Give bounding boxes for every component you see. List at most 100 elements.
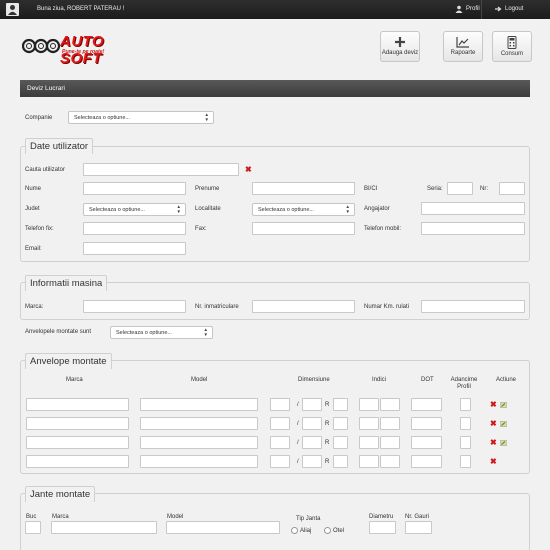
select-arrows-icon: ▲ ▼ (345, 204, 350, 214)
tire-height-input[interactable] (302, 436, 322, 449)
tire-brand-input[interactable] (26, 436, 129, 449)
tire-width-input[interactable] (270, 455, 290, 468)
load-index-input[interactable] (359, 455, 379, 468)
rims-model-input[interactable] (166, 521, 280, 534)
tire-brand-input[interactable] (26, 417, 129, 430)
mobile-input[interactable] (421, 222, 525, 235)
diameter-input[interactable] (369, 521, 396, 534)
dot-input[interactable] (411, 455, 442, 468)
tire-width-input[interactable] (270, 417, 290, 430)
add-quote-button[interactable]: Adauga deviz (380, 31, 420, 62)
select-arrows-icon: ▲ ▼ (203, 327, 208, 337)
steel-radio[interactable] (324, 527, 331, 534)
dot-input[interactable] (411, 436, 442, 449)
line-chart-icon (456, 37, 469, 48)
consumption-button[interactable]: Consum (492, 31, 532, 62)
email-input[interactable] (83, 242, 186, 255)
city-select-value: Selecteaza o optiune... (258, 207, 314, 213)
tire-model-input[interactable] (140, 417, 258, 430)
plate-input[interactable] (252, 300, 355, 313)
speed-index-input[interactable] (380, 417, 400, 430)
id-number-input[interactable] (499, 182, 525, 195)
delete-row-icon[interactable]: ✖ (490, 401, 497, 409)
city-select[interactable]: Selecteaza o optiune... ▲ ▼ (252, 203, 355, 216)
first-name-input[interactable] (252, 182, 355, 195)
speed-index-input[interactable] (380, 455, 400, 468)
rim-r-label: R (325, 459, 330, 465)
tire-rim-input[interactable] (333, 455, 348, 468)
delete-row-icon[interactable]: ✖ (490, 439, 497, 447)
employer-input[interactable] (421, 202, 525, 215)
series-label: Seria: (427, 186, 443, 192)
tire-height-input[interactable] (302, 455, 322, 468)
col-depth-line2: Profil (457, 383, 471, 390)
tire-model-input[interactable] (140, 436, 258, 449)
landline-input[interactable] (83, 222, 186, 235)
delete-row-icon[interactable]: ✖ (490, 420, 497, 428)
diameter-label: Diametru (369, 514, 394, 520)
car-brand-input[interactable] (83, 300, 186, 313)
clear-search-icon[interactable]: ✖ (245, 166, 252, 174)
tire-brand-input[interactable] (26, 398, 129, 411)
edit-row-icon[interactable] (500, 421, 507, 427)
fax-input[interactable] (252, 222, 355, 235)
series-input[interactable] (447, 182, 473, 195)
dimension-separator: / (297, 402, 299, 408)
load-index-input[interactable] (359, 417, 379, 430)
auto-soft-logo[interactable]: AUTO SOFT Pune-te pe roate! (22, 33, 134, 67)
fax-label: Fax: (195, 226, 207, 232)
speed-index-input[interactable] (380, 398, 400, 411)
dot-input[interactable] (411, 398, 442, 411)
search-user-label: Cauta utilizator (25, 167, 66, 173)
tread-depth-input[interactable] (460, 436, 471, 449)
col-depth: Adancime Profil (450, 377, 478, 390)
load-index-input[interactable] (359, 398, 379, 411)
rim-r-label: R (325, 440, 330, 446)
tire-model-input[interactable] (140, 455, 258, 468)
edit-row-icon[interactable] (500, 402, 507, 408)
tire-height-input[interactable] (302, 417, 322, 430)
km-input[interactable] (421, 300, 525, 313)
tire-width-input[interactable] (270, 436, 290, 449)
tread-depth-input[interactable] (460, 417, 471, 430)
profile-link[interactable]: Profil (455, 5, 480, 13)
tire-width-input[interactable] (270, 398, 290, 411)
logout-link-label: Logout (505, 6, 524, 12)
rims-qty-input[interactable] (25, 521, 41, 534)
rims-model-label: Model (167, 514, 184, 520)
delete-row-icon[interactable]: ✖ (490, 458, 497, 466)
bolts-input[interactable] (405, 521, 432, 534)
plate-label: Nr. inmatriculare (195, 304, 239, 310)
speed-index-input[interactable] (380, 436, 400, 449)
reports-button[interactable]: Rapoarte (443, 31, 483, 62)
tire-height-input[interactable] (302, 398, 322, 411)
tire-model-input[interactable] (140, 398, 258, 411)
edit-row-icon[interactable] (500, 440, 507, 446)
tread-depth-input[interactable] (460, 398, 471, 411)
company-select[interactable]: Selecteaza o optiune... ▲ ▼ (68, 111, 214, 124)
tire-rim-input[interactable] (333, 398, 348, 411)
top-bar: Buna ziua, ROBERT PATERAU ! Profil Logou… (0, 0, 550, 19)
consumption-label: Consum (500, 51, 524, 57)
tire-rim-input[interactable] (333, 417, 348, 430)
alloy-radio[interactable] (291, 527, 298, 534)
mobile-label: Telefon mobil: (364, 226, 402, 232)
name-label: Nume (25, 186, 42, 192)
city-label: Localitate (195, 206, 221, 212)
name-input[interactable] (83, 182, 186, 195)
tread-depth-input[interactable] (460, 455, 471, 468)
tire-rim-input[interactable] (333, 436, 348, 449)
dot-input[interactable] (411, 417, 442, 430)
rims-brand-input[interactable] (51, 521, 157, 534)
search-user-input[interactable] (83, 163, 239, 176)
rim-type-label: Tip Janta (296, 516, 321, 522)
reports-label: Rapoarte (450, 50, 476, 56)
mounted-tires-select[interactable]: Selecteaza o optiune... ▲ ▼ (110, 326, 213, 339)
rims-qty-label: Buc (26, 514, 37, 520)
logout-link[interactable]: Logout (495, 6, 524, 12)
panel-title-bar: Deviz Lucrari (20, 80, 530, 97)
load-index-input[interactable] (359, 436, 379, 449)
tire-brand-input[interactable] (26, 455, 129, 468)
county-select[interactable]: Selecteaza o optiune... ▲ ▼ (83, 203, 186, 216)
mounted-tires-label: Anvelopele montate sunt (25, 329, 92, 335)
